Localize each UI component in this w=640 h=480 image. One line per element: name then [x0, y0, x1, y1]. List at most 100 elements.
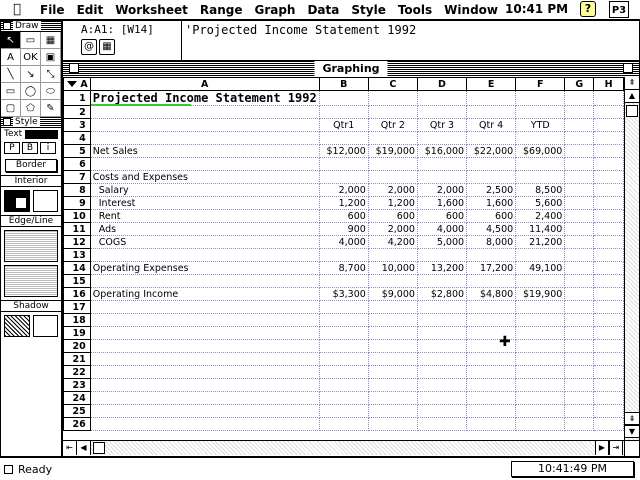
cell-d-22[interactable] [417, 365, 468, 379]
cell-f-4[interactable] [515, 131, 566, 145]
cell-d-4[interactable] [417, 131, 468, 145]
shadow-pattern-swatch[interactable] [4, 315, 30, 337]
cell-e-18[interactable] [466, 313, 517, 327]
row-header[interactable]: 7 [63, 170, 91, 184]
cell-a-6[interactable] [90, 157, 320, 171]
cell-d-10[interactable]: 600 [417, 209, 468, 223]
cell-d-20[interactable] [417, 339, 468, 353]
cell-d-3[interactable]: Qtr 3 [417, 118, 468, 132]
scroll-bottom-icon[interactable]: ⇟ [625, 412, 639, 425]
cell-a-20[interactable] [90, 339, 320, 353]
cell-h-3[interactable] [593, 118, 624, 132]
cell-a-18[interactable] [90, 313, 320, 327]
cell-e-16[interactable]: $4,800 [466, 287, 517, 301]
row-header[interactable]: 16 [63, 287, 91, 301]
cell-e-26[interactable] [466, 417, 517, 431]
cell-d-26[interactable] [417, 417, 468, 431]
text-tool-icon[interactable]: A [1, 49, 21, 66]
cell-g-15[interactable] [564, 274, 595, 288]
cell-b-16[interactable]: $3,300 [319, 287, 369, 301]
cell-d-23[interactable] [417, 378, 468, 392]
cell-g-23[interactable] [564, 378, 595, 392]
cell-f-20[interactable] [515, 339, 566, 353]
scroll-top-icon[interactable]: ⇞ [625, 77, 639, 90]
cell-a-10[interactable]: Rent [90, 209, 320, 223]
cell-g-11[interactable] [564, 222, 595, 236]
cell-c-5[interactable]: $19,000 [368, 144, 418, 158]
window-title-bar[interactable]: Graphing [63, 61, 639, 76]
cell-b-14[interactable]: 8,700 [319, 261, 369, 275]
cell-g-2[interactable] [564, 105, 595, 119]
cell-c-14[interactable]: 10,000 [368, 261, 418, 275]
cell-a-8[interactable]: Salary [90, 183, 320, 197]
cell-e-17[interactable] [466, 300, 517, 314]
apple-menu-icon[interactable]:  [0, 2, 34, 17]
cell-f-13[interactable] [515, 248, 566, 262]
scroll-rightmost-icon[interactable]: ⇥ [609, 441, 623, 455]
row-header[interactable]: 17 [63, 300, 91, 314]
cell-c-22[interactable] [368, 365, 418, 379]
cell-b-10[interactable]: 600 [319, 209, 369, 223]
oval-tool-icon[interactable]: ◯ [21, 83, 41, 100]
cell-h-13[interactable] [593, 248, 624, 262]
cell-h-22[interactable] [593, 365, 624, 379]
menu-data[interactable]: Data [301, 3, 345, 17]
cell-g-19[interactable] [564, 326, 595, 340]
cell-f-11[interactable]: 11,400 [515, 222, 566, 236]
cell-h-1[interactable] [593, 90, 624, 106]
cell-c-3[interactable]: Qtr 2 [368, 118, 418, 132]
cell-c-2[interactable] [368, 105, 418, 119]
row-header[interactable]: 6 [63, 157, 91, 171]
scroll-down-icon[interactable]: ▼ [625, 425, 639, 438]
menu-style[interactable]: Style [345, 3, 391, 17]
cell-b-15[interactable] [319, 274, 369, 288]
cell-h-9[interactable] [593, 196, 624, 210]
freehand-tool-icon[interactable]: ✎ [41, 100, 61, 117]
cell-b-12[interactable]: 4,000 [319, 235, 369, 249]
cell-h-6[interactable] [593, 157, 624, 171]
cell-b-23[interactable] [319, 378, 369, 392]
cell-h-16[interactable] [593, 287, 624, 301]
cell-a-12[interactable]: COGS [90, 235, 320, 249]
cell-e-22[interactable] [466, 365, 517, 379]
column-header-g[interactable]: G [564, 77, 595, 91]
cell-b-3[interactable]: Qtr1 [319, 118, 369, 132]
row-header[interactable]: 22 [63, 365, 91, 379]
menu-file[interactable]: File [34, 3, 71, 17]
cell-c-11[interactable]: 2,000 [368, 222, 418, 236]
menu-range[interactable]: Range [194, 3, 249, 17]
cell-a-23[interactable] [90, 378, 320, 392]
cell-c-6[interactable] [368, 157, 418, 171]
cell-g-4[interactable] [564, 131, 595, 145]
cell-c-23[interactable] [368, 378, 418, 392]
italic-style-button[interactable]: i [40, 142, 56, 154]
cell-f-22[interactable] [515, 365, 566, 379]
cell-c-17[interactable] [368, 300, 418, 314]
application-menu-icon[interactable]: P3 [609, 1, 629, 18]
select-all-corner[interactable]: A [63, 77, 91, 91]
cell-b-7[interactable] [319, 170, 369, 184]
cell-e-3[interactable]: Qtr 4 [466, 118, 517, 132]
cell-d-25[interactable] [417, 404, 468, 418]
cell-a-19[interactable] [90, 326, 320, 340]
cell-g-7[interactable] [564, 170, 595, 184]
cell-f-1[interactable] [515, 90, 566, 106]
row-header[interactable]: 11 [63, 222, 91, 236]
cell-e-10[interactable]: 600 [466, 209, 517, 223]
row-header[interactable]: 9 [63, 196, 91, 210]
cell-g-17[interactable] [564, 300, 595, 314]
cell-a-22[interactable] [90, 365, 320, 379]
cell-c-7[interactable] [368, 170, 418, 184]
navigator-icon[interactable]: ▦ [99, 39, 115, 55]
cell-g-3[interactable] [564, 118, 595, 132]
column-header-d[interactable]: D [416, 77, 468, 91]
cell-e-7[interactable] [466, 170, 517, 184]
camera-tool-icon[interactable]: ▣ [41, 49, 61, 66]
cell-h-24[interactable] [593, 391, 624, 405]
cell-a-25[interactable] [90, 404, 320, 418]
cell-a-11[interactable]: Ads [90, 222, 320, 236]
cell-e-5[interactable]: $22,000 [466, 144, 517, 158]
cell-f-10[interactable]: 2,400 [515, 209, 566, 223]
cell-d-7[interactable] [417, 170, 468, 184]
polygon-tool-icon[interactable]: ⬠ [21, 100, 41, 117]
